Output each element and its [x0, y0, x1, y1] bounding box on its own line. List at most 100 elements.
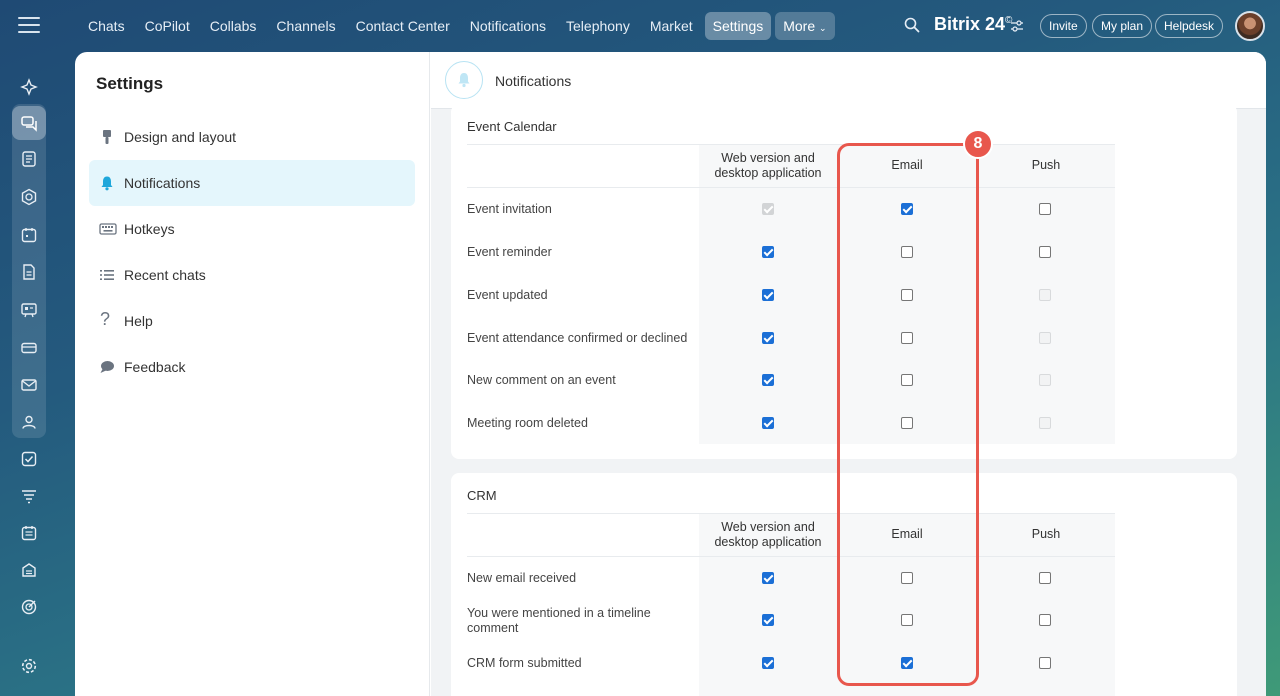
- checkbox-web[interactable]: [762, 289, 774, 301]
- checkbox-push[interactable]: [1039, 246, 1051, 258]
- sidebar-item-notifications[interactable]: Notifications: [89, 160, 415, 206]
- checkbox-web[interactable]: [762, 332, 774, 344]
- row-label: You were mentioned in a timeline comment: [467, 606, 651, 635]
- checkbox-email[interactable]: [901, 374, 913, 386]
- row-label: Event attendance confirmed or declined: [467, 331, 688, 345]
- divider: [467, 187, 1115, 188]
- notification-grid: Web version and desktop application Emai…: [467, 513, 1115, 696]
- checkbox-web[interactable]: [762, 246, 774, 258]
- section-title: Event Calendar: [467, 119, 557, 134]
- checkbox-push[interactable]: [1039, 572, 1051, 584]
- checkbox-push: [1039, 332, 1051, 344]
- nav-contact-center[interactable]: Contact Center: [348, 12, 458, 40]
- feed-icon[interactable]: [18, 148, 40, 170]
- checkbox-web[interactable]: [762, 614, 774, 626]
- funnel-icon[interactable]: [18, 485, 40, 507]
- checkbox-push[interactable]: [1039, 657, 1051, 669]
- nav-telephony[interactable]: Telephony: [558, 12, 638, 40]
- checkbox-email[interactable]: [901, 203, 913, 215]
- chevron-down-icon: ⌄: [819, 23, 827, 33]
- column-header-push: Push: [1031, 527, 1061, 541]
- nav-channels[interactable]: Channels: [268, 12, 343, 40]
- row-label: CRM form submitted: [467, 656, 582, 670]
- schedule-icon[interactable]: [18, 522, 40, 544]
- bell-icon: [101, 176, 113, 191]
- checkbox-email[interactable]: [901, 246, 913, 258]
- column-header-web: Web version and desktop application: [714, 520, 822, 549]
- brush-icon: [103, 130, 111, 144]
- checkbox-email[interactable]: [901, 289, 913, 301]
- avatar[interactable]: [1235, 11, 1265, 41]
- chat-icon[interactable]: [12, 106, 46, 140]
- sidebar-item-recent-chats[interactable]: Recent chats: [89, 252, 415, 298]
- checkbox-email[interactable]: [901, 614, 913, 626]
- row-label: Meeting room deleted: [467, 416, 588, 430]
- sidebar-item-label: Design and layout: [124, 129, 237, 145]
- sidebar-title: Settings: [96, 74, 164, 93]
- hexagon-icon[interactable]: [18, 186, 40, 208]
- nav-collabs[interactable]: Collabs: [202, 12, 265, 40]
- spark-icon[interactable]: [18, 76, 40, 98]
- section-crm: CRM Web version and desktop application …: [451, 473, 1237, 696]
- mail-icon[interactable]: [18, 374, 40, 396]
- row-label: Event reminder: [467, 245, 552, 259]
- nav-notifications[interactable]: Notifications: [462, 12, 554, 40]
- checkbox-web[interactable]: [762, 572, 774, 584]
- sidebar-item-label: Help: [124, 313, 153, 329]
- divider: [467, 513, 1115, 514]
- checkbox-email[interactable]: [901, 657, 913, 669]
- checkbox-push[interactable]: [1039, 614, 1051, 626]
- divider: [467, 144, 1115, 145]
- row-label: New email received: [467, 571, 577, 585]
- section-event-calendar: Event Calendar Web version and desktop a…: [451, 104, 1237, 459]
- nav-settings[interactable]: Settings: [704, 12, 772, 40]
- checkbox-email[interactable]: [901, 572, 913, 584]
- sliders-icon[interactable]: [1010, 20, 1024, 32]
- column-header-email: Email: [891, 527, 923, 541]
- sidebar-item-help[interactable]: ? Help: [89, 298, 415, 344]
- question-icon: ?: [100, 309, 111, 329]
- checkbox-push[interactable]: [1039, 203, 1051, 215]
- checkbox-web[interactable]: [762, 657, 774, 669]
- checkbox-email[interactable]: [901, 332, 913, 344]
- document-icon[interactable]: [18, 261, 40, 283]
- checkbox-email[interactable]: [901, 417, 913, 429]
- notification-grid: Web version and desktop application Emai…: [467, 144, 1115, 444]
- helpdesk-button[interactable]: Helpdesk: [1155, 14, 1224, 38]
- sidebar-item-hotkeys[interactable]: Hotkeys: [89, 206, 415, 252]
- my-plan-button[interactable]: My plan: [1092, 14, 1153, 38]
- sidebar-item-feedback[interactable]: Feedback: [89, 344, 415, 390]
- calendar-icon[interactable]: [18, 224, 40, 246]
- nav-market[interactable]: Market: [642, 12, 701, 40]
- checkbox-web[interactable]: [762, 417, 774, 429]
- row-label: Event updated: [467, 288, 548, 302]
- row-label: New comment on an event: [467, 373, 616, 387]
- target-icon[interactable]: [18, 596, 40, 618]
- board-icon[interactable]: [18, 299, 40, 321]
- bell-icon: [445, 61, 483, 99]
- store-icon[interactable]: [18, 559, 40, 581]
- column-header-web: Web version and desktop application: [714, 151, 822, 180]
- sidebar-item-label: Recent chats: [124, 267, 206, 283]
- menu-icon[interactable]: [18, 17, 40, 35]
- brand-logo[interactable]: Bitrix 24©: [934, 14, 1012, 35]
- nav-chats[interactable]: Chats: [80, 12, 133, 40]
- search-icon[interactable]: [904, 17, 920, 33]
- sidebar-item-label: Hotkeys: [124, 221, 175, 237]
- contacts-icon[interactable]: [18, 411, 40, 433]
- nav-copilot[interactable]: CoPilot: [137, 12, 198, 40]
- step-badge: 8: [963, 129, 993, 159]
- sidebar-item-design[interactable]: Design and layout: [89, 114, 415, 160]
- invite-button[interactable]: Invite: [1040, 14, 1087, 38]
- settings-icon[interactable]: [18, 655, 40, 677]
- list-icon: [100, 270, 114, 280]
- panel-header: Notifications: [431, 52, 1266, 109]
- nav-more[interactable]: More ⌄: [775, 12, 835, 40]
- top-bar: Chats CoPilot Collabs Channels Contact C…: [0, 0, 1280, 52]
- column-header-email: Email: [891, 158, 923, 172]
- nav-more-label: More: [783, 18, 816, 34]
- tasks-icon[interactable]: [18, 448, 40, 470]
- divider: [467, 556, 1115, 557]
- card-icon[interactable]: [18, 337, 40, 359]
- checkbox-web[interactable]: [762, 374, 774, 386]
